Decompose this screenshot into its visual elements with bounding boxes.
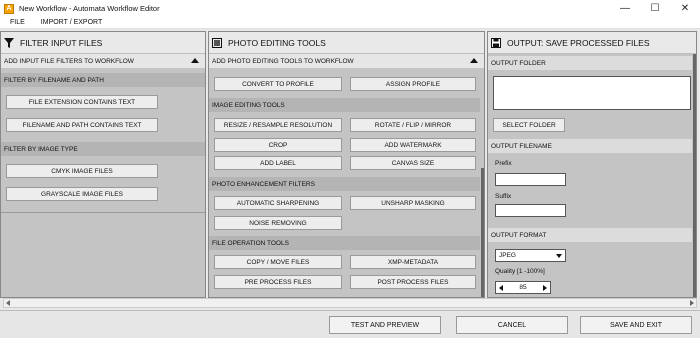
collapse-arrow-icon[interactable] — [191, 58, 199, 63]
file-extension-button[interactable]: FILE EXTENSION CONTAINS TEXT — [6, 95, 158, 109]
scroll-left-icon[interactable] — [6, 300, 10, 306]
suffix-label: Suffix — [495, 193, 512, 200]
cmyk-files-button[interactable]: CMYK IMAGE FILES — [6, 164, 158, 178]
auto-sharpening-button[interactable]: AUTOMATIC SHARPENING — [214, 196, 342, 210]
menu-item-import-export[interactable]: IMPORT / EXPORT — [35, 19, 108, 26]
window-title: New Workflow - Automata Workflow Editor — [19, 4, 160, 13]
output-filename-label: OUTPUT FILENAME — [488, 139, 692, 153]
increment-icon[interactable] — [542, 284, 547, 291]
add-watermark-button[interactable]: ADD WATERMARK — [350, 138, 476, 152]
prefix-input[interactable] — [495, 173, 566, 186]
filter-panel: FILTER INPUT FILES ADD INPUT FILE FILTER… — [0, 31, 206, 298]
photo-panel: PHOTO EDITING TOOLS ADD PHOTO EDITING TO… — [208, 31, 485, 298]
output-panel-title: OUTPUT: SAVE PROCESSED FILES — [507, 37, 650, 48]
format-select[interactable]: JPEG — [495, 249, 566, 262]
menu-bar: FILE IMPORT / EXPORT — [0, 17, 700, 29]
title-bar: A New Workflow - Automata Workflow Edito… — [0, 0, 700, 17]
cancel-button[interactable]: CANCEL — [456, 316, 568, 334]
output-panel-header: OUTPUT: SAVE PROCESSED FILES — [488, 32, 696, 54]
select-folder-button[interactable]: SELECT FOLDER — [493, 118, 565, 132]
photo-tools-icon — [212, 37, 222, 48]
quality-label: Quality [1 -100%] — [495, 268, 545, 275]
maximize-button[interactable]: ☐ — [640, 0, 670, 17]
group-label-filename-path: FILTER BY FILENAME AND PATH — [1, 73, 205, 87]
photo-panel-header: PHOTO EDITING TOOLS — [209, 32, 484, 54]
group-label-enhancement: PHOTO ENHANCEMENT FILTERS — [209, 177, 480, 191]
assign-profile-button[interactable]: ASSIGN PROFILE — [350, 77, 476, 91]
add-filters-label: ADD INPUT FILE FILTERS TO WORKFLOW — [4, 57, 134, 65]
add-photo-tools-label: ADD PHOTO EDITING TOOLS TO WORKFLOW — [212, 57, 354, 65]
filter-panel-header: FILTER INPUT FILES — [1, 32, 205, 54]
minimize-button[interactable]: — — [610, 0, 640, 17]
filename-path-button[interactable]: FILENAME AND PATH CONTAINS TEXT — [6, 118, 158, 132]
prefix-label: Prefix — [495, 160, 512, 167]
resize-button[interactable]: RESIZE / RESAMPLE RESOLUTION — [214, 118, 342, 132]
grayscale-files-button[interactable]: GRAYSCALE IMAGE FILES — [6, 187, 158, 201]
quality-stepper[interactable]: 85 — [495, 281, 551, 294]
save-icon — [491, 37, 501, 48]
chevron-down-icon — [556, 254, 562, 258]
photo-panel-title: PHOTO EDITING TOOLS — [228, 37, 326, 48]
rotate-flip-button[interactable]: ROTATE / FLIP / MIRROR — [350, 118, 476, 132]
output-panel: OUTPUT: SAVE PROCESSED FILES OUTPUT FOLD… — [487, 31, 697, 298]
test-preview-button[interactable]: TEST AND PREVIEW — [329, 316, 441, 334]
add-filters-row[interactable]: ADD INPUT FILE FILTERS TO WORKFLOW — [1, 54, 205, 68]
quality-value: 85 — [519, 284, 527, 291]
xmp-metadata-button[interactable]: XMP-METADATA — [350, 255, 476, 269]
crop-button[interactable]: CROP — [214, 138, 342, 152]
add-label-button[interactable]: ADD LABEL — [214, 156, 342, 170]
noise-removing-button[interactable]: NOISE REMOVING — [214, 216, 342, 230]
suffix-input[interactable] — [495, 204, 566, 217]
output-folder-label: OUTPUT FOLDER — [488, 56, 692, 70]
window-controls: — ☐ ✕ — [610, 0, 700, 17]
group-label-image-editing: IMAGE EDITING TOOLS — [209, 98, 480, 112]
scroll-right-icon[interactable] — [690, 300, 694, 306]
add-photo-tools-row[interactable]: ADD PHOTO EDITING TOOLS TO WORKFLOW — [209, 54, 484, 68]
output-folder-field[interactable] — [493, 76, 691, 110]
collapse-arrow-icon[interactable] — [470, 58, 478, 63]
close-button[interactable]: ✕ — [670, 0, 700, 17]
horizontal-scrollbar[interactable] — [3, 298, 697, 308]
canvas-size-button[interactable]: CANVAS SIZE — [350, 156, 476, 170]
photo-panel-scrollbar[interactable] — [481, 168, 484, 297]
decrement-icon[interactable] — [499, 284, 503, 291]
group-label-file-operations: FILE OPERATION TOOLS — [209, 236, 480, 250]
menu-item-file[interactable]: FILE — [4, 19, 31, 26]
pre-process-button[interactable]: PRE PROCESS FILES — [214, 275, 342, 289]
copy-move-button[interactable]: COPY / MOVE FILES — [214, 255, 342, 269]
group-label-image-type: FILTER BY IMAGE TYPE — [1, 142, 205, 156]
output-format-label: OUTPUT FORMAT — [488, 228, 692, 242]
post-process-button[interactable]: POST PROCESS FILES — [350, 275, 476, 289]
bottom-action-bar: TEST AND PREVIEW CANCEL SAVE AND EXIT — [0, 310, 700, 338]
convert-profile-button[interactable]: CONVERT TO PROFILE — [214, 77, 342, 91]
unsharp-masking-button[interactable]: UNSHARP MASKING — [350, 196, 476, 210]
save-exit-button[interactable]: SAVE AND EXIT — [580, 316, 692, 334]
app-icon: A — [4, 3, 14, 14]
format-select-value: JPEG — [499, 252, 516, 259]
filter-panel-title: FILTER INPUT FILES — [20, 37, 103, 48]
funnel-icon — [4, 37, 14, 48]
output-panel-scrollbar[interactable] — [693, 54, 696, 297]
